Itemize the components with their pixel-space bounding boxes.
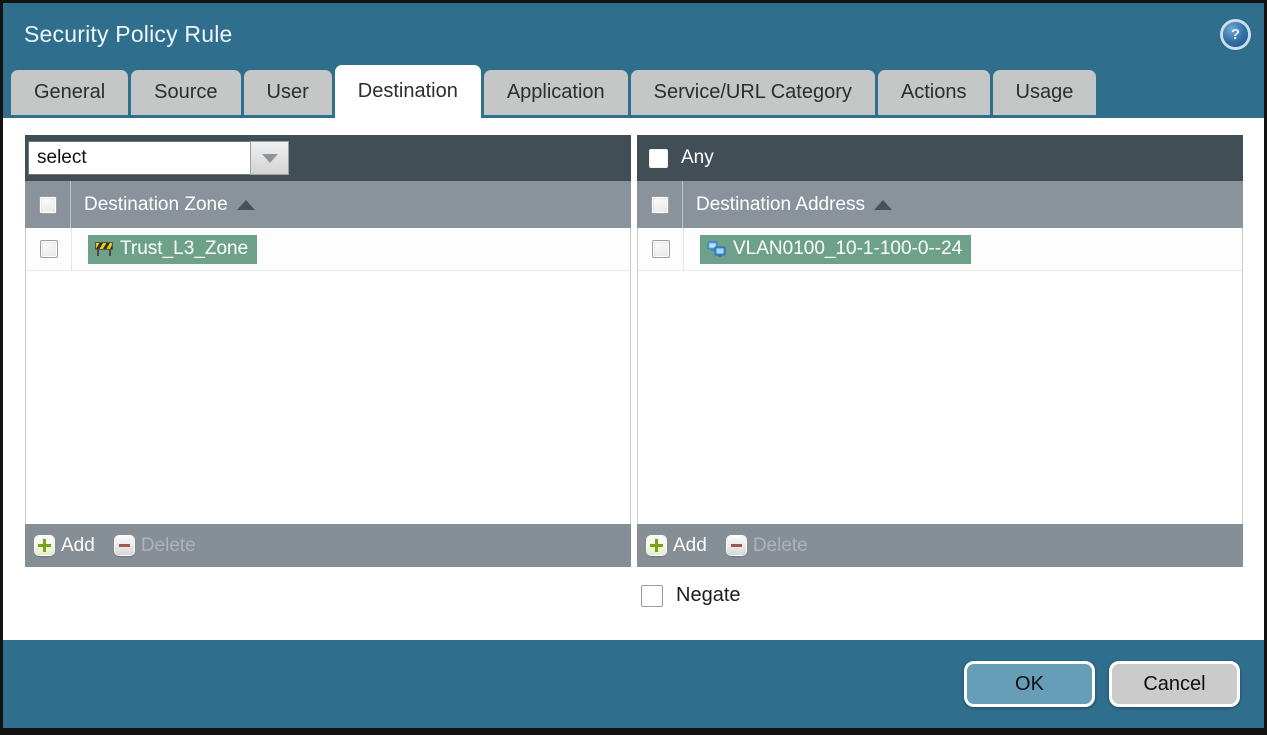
dialog-title: Security Policy Rule <box>24 20 233 47</box>
delete-zone-button[interactable]: Delete <box>114 535 196 557</box>
destination-address-panel: Any Destination Address VLAN0100_10-1-10… <box>637 135 1243 567</box>
tab-general[interactable]: General <box>11 70 129 115</box>
plus-icon <box>647 536 666 555</box>
any-address-label: Any <box>681 147 714 168</box>
tab-usage[interactable]: Usage <box>992 70 1097 115</box>
tab-actions[interactable]: Actions <box>877 70 990 115</box>
address-column-header[interactable]: Destination Address <box>696 194 892 216</box>
negate-option: Negate <box>641 584 1264 607</box>
delete-address-button[interactable]: Delete <box>726 535 808 557</box>
address-entry[interactable]: VLAN0100_10-1-100-0--24 <box>700 234 972 264</box>
chevron-down-icon <box>261 153 278 163</box>
cancel-button[interactable]: Cancel <box>1109 661 1240 707</box>
address-entry-label: VLAN0100_10-1-100-0--24 <box>733 237 963 259</box>
zone-icon <box>95 241 113 256</box>
zone-footer: Add Delete <box>25 524 631 567</box>
add-address-button[interactable]: Add <box>647 535 707 557</box>
destination-zone-panel: select Destination Zone Trust_L3_Zone Ad… <box>25 135 631 567</box>
sort-ascending-icon <box>874 199 892 210</box>
address-table-header: Destination Address <box>637 181 1243 228</box>
zone-column-header-label: Destination Zone <box>84 193 228 215</box>
tab-source[interactable]: Source <box>131 70 241 115</box>
zone-row-checkbox[interactable] <box>39 240 58 258</box>
zone-row: Trust_L3_Zone <box>26 228 630 271</box>
zone-select-dropdown[interactable]: select <box>28 141 289 175</box>
dialog-footer: OK Cancel <box>3 640 1264 728</box>
titlebar: Security Policy Rule ? <box>3 3 1264 65</box>
help-icon[interactable]: ? <box>1223 21 1248 47</box>
plus-icon <box>35 536 54 555</box>
address-column-header-label: Destination Address <box>696 193 865 215</box>
tab-destination[interactable]: Destination <box>334 65 481 118</box>
tab-user[interactable]: User <box>243 70 332 115</box>
negate-label: Negate <box>676 584 741 606</box>
add-zone-button[interactable]: Add <box>35 535 95 557</box>
address-row: VLAN0100_10-1-100-0--24 <box>638 228 1242 271</box>
tab-service-url-category[interactable]: Service/URL Category <box>630 70 875 115</box>
destination-tab-content: select Destination Zone Trust_L3_Zone Ad… <box>3 118 1264 640</box>
address-toolbar: Any <box>637 135 1243 181</box>
zone-column-header[interactable]: Destination Zone <box>84 194 255 216</box>
address-list: VLAN0100_10-1-100-0--24 <box>637 228 1243 524</box>
minus-icon <box>726 536 746 555</box>
security-policy-rule-dialog: Security Policy Rule ? General Source Us… <box>0 0 1267 735</box>
address-row-checkbox[interactable] <box>651 240 670 258</box>
minus-icon <box>114 536 134 555</box>
sort-ascending-icon <box>236 199 255 210</box>
zone-table-header: Destination Zone <box>25 181 631 228</box>
ok-button[interactable]: OK <box>964 661 1095 707</box>
select-all-addresses-checkbox[interactable] <box>650 195 669 214</box>
select-all-zones-checkbox[interactable] <box>38 195 57 214</box>
tab-strip: General Source User Destination Applicat… <box>3 65 1264 118</box>
tab-application[interactable]: Application <box>483 70 628 115</box>
zone-entry[interactable]: Trust_L3_Zone <box>88 234 258 264</box>
zone-toolbar: select <box>25 135 631 181</box>
network-address-icon <box>707 241 726 257</box>
zone-select-dropdown-button[interactable] <box>250 141 289 175</box>
negate-checkbox[interactable] <box>641 584 663 607</box>
zone-select-value[interactable]: select <box>28 141 250 175</box>
address-footer: Add Delete <box>637 524 1243 567</box>
zone-entry-label: Trust_L3_Zone <box>120 237 249 259</box>
zone-list: Trust_L3_Zone <box>25 228 631 524</box>
any-address-checkbox[interactable] <box>649 148 668 168</box>
